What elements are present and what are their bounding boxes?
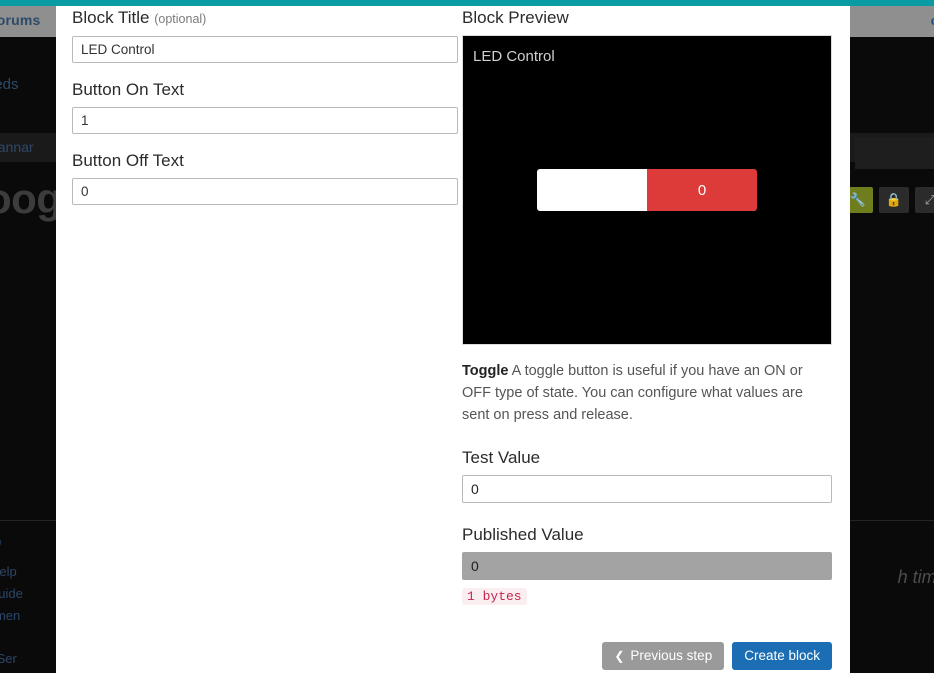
background-nav-forums-link[interactable]: Forums [0, 12, 41, 28]
background-feeds-link[interactable]: eeds [0, 76, 19, 93]
modal-footer: ❮ Previous step Create block [462, 642, 832, 670]
background-footer-link-documentation[interactable]: ocumen [0, 608, 20, 623]
chevron-left-icon: ❮ [614, 649, 625, 663]
background-footer-link-0[interactable]: 0 [0, 535, 1, 550]
button-on-text-label: Button On Text [72, 80, 185, 99]
top-accent-bar [0, 0, 934, 6]
block-preview-heading: Block Preview [462, 8, 569, 27]
toggle-off-half[interactable] [537, 169, 647, 211]
toggle-on-half[interactable]: 0 [647, 169, 757, 211]
background-quote-line-2: h time" - [897, 567, 934, 587]
button-on-text-input[interactable] [72, 107, 458, 134]
create-block-button[interactable]: Create block [732, 642, 832, 670]
block-title-input[interactable] [72, 36, 458, 63]
background-footer-link-guide[interactable]: k Guide [0, 586, 23, 601]
previous-step-button[interactable]: ❮ Previous step [602, 642, 725, 670]
preview-block-title: LED Control [473, 48, 555, 65]
preview-toggle-button[interactable]: 0 [537, 169, 757, 211]
block-preview-stage: LED Control 0 [462, 35, 832, 345]
lock-icon[interactable]: 🔒 [879, 187, 909, 213]
button-on-text-field-group: Button On Text [72, 80, 458, 134]
button-off-text-input[interactable] [72, 178, 458, 205]
test-value-input[interactable] [462, 475, 832, 503]
expand-icon[interactable]: ⤢ [915, 187, 934, 213]
block-title-label: Block Title (optional) [72, 8, 458, 29]
block-type-description-body: A toggle button is useful if you have an… [462, 363, 803, 423]
block-title-field-group: Block Title (optional) [72, 8, 458, 63]
modal-left-column: Block Title (optional) Button On Text Bu… [72, 8, 458, 222]
published-value-label: Published Value [462, 525, 584, 544]
background-footer-link-terms[interactable]: s of Ser [0, 651, 17, 666]
background-channel-label: hannar [0, 139, 34, 155]
block-title-optional-note: (optional) [154, 12, 207, 26]
background-dark-panel [855, 137, 934, 169]
modal-body: Block Title (optional) Button On Text Bu… [56, 0, 850, 673]
block-title-label-text: Block Title [72, 8, 150, 27]
create-block-modal: Block Title (optional) Button On Text Bu… [56, 0, 850, 673]
block-type-name: Toggle [462, 363, 509, 379]
background-footer-link-help[interactable]: Help [0, 564, 17, 579]
block-type-description: Toggle A toggle button is useful if you … [462, 360, 832, 426]
published-value-bytes-badge: 1 bytes [462, 588, 527, 605]
modal-right-column: Block Preview LED Control 0 Toggle A tog… [462, 8, 832, 605]
previous-step-label: Previous step [630, 648, 713, 663]
button-off-text-field-group: Button Off Text [72, 151, 458, 205]
test-value-label: Test Value [462, 448, 541, 467]
button-off-text-label: Button Off Text [72, 151, 184, 170]
published-value-input [462, 552, 832, 580]
